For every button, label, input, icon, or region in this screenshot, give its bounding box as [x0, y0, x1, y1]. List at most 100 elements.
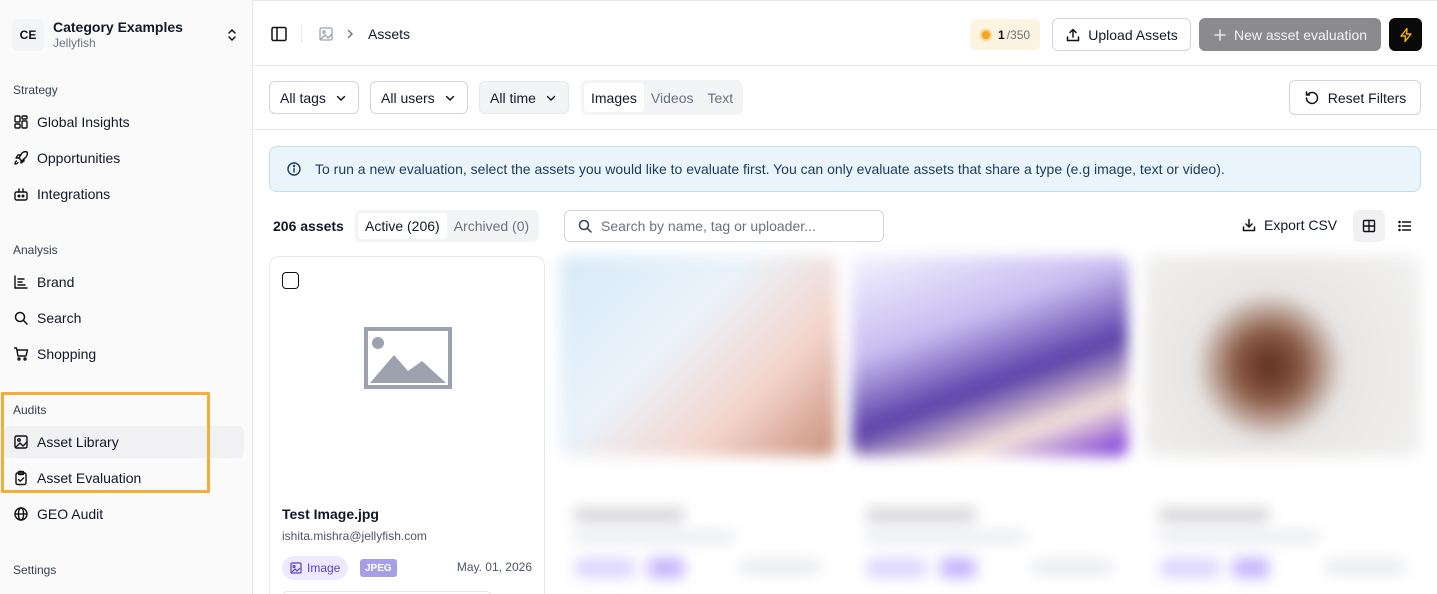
tags-filter[interactable]: All tags	[269, 81, 359, 114]
sidebar-item-label: GEO Audit	[37, 506, 104, 522]
asset-card[interactable]: Test Image.jpg ishita.mishra@jellyfish.c…	[269, 256, 545, 594]
workspace-avatar: CE	[12, 19, 44, 51]
sidebar-item-label: Global Insights	[37, 114, 130, 130]
users-filter-value: All users	[381, 89, 435, 106]
section-label-settings: Settings	[13, 563, 57, 577]
tags-filter-value: All tags	[280, 89, 326, 106]
asset-thumbnail	[560, 256, 836, 456]
time-filter[interactable]: All time	[479, 81, 569, 114]
grid-view-button[interactable]	[1353, 210, 1385, 242]
chevron-updown-icon	[228, 28, 236, 42]
rocket-icon	[14, 151, 28, 165]
chart-icon	[14, 275, 28, 289]
status-tabs: Active (206) Archived (0)	[355, 210, 540, 242]
type-text[interactable]: Text	[700, 83, 740, 112]
download-icon	[1242, 218, 1256, 232]
top-bar: Assets 1 /350 Upload Assets New asset ev…	[253, 0, 1437, 66]
workspace-name: Category Examples	[53, 19, 183, 35]
sidebar-item-label: Search	[37, 310, 82, 326]
export-csv-label: Export CSV	[1264, 217, 1338, 233]
chevron-down-icon	[445, 95, 454, 101]
lightning-icon	[1399, 27, 1412, 42]
section-label-audits: Audits	[13, 403, 47, 417]
info-icon	[287, 162, 301, 176]
search-icon	[578, 219, 592, 233]
upload-assets-button[interactable]: Upload Assets	[1052, 18, 1191, 51]
workspace-switcher[interactable]: CE Category Examples Jellyfish	[12, 17, 240, 53]
sidebar-item-opportunities[interactable]: Opportunities	[4, 142, 244, 174]
new-asset-evaluation-label: New asset evaluation	[1233, 26, 1368, 43]
section-label-analysis: Analysis	[13, 243, 58, 257]
sidebar-item-search[interactable]: Search	[4, 302, 244, 334]
export-csv-button[interactable]: Export CSV	[1241, 217, 1337, 233]
search-input[interactable]	[601, 218, 871, 234]
filter-bar: All tags All users All time Images Video…	[253, 66, 1437, 130]
reset-filters-button[interactable]: Reset Filters	[1289, 80, 1421, 115]
type-chip: Image	[282, 556, 349, 580]
coin-icon	[980, 28, 992, 41]
list-view-icon	[1398, 220, 1412, 232]
select-checkbox[interactable]	[282, 272, 299, 289]
clipboard-check-icon	[15, 470, 27, 486]
credits-badge: 1 /350	[970, 19, 1041, 50]
blurred-asset-card[interactable]	[852, 256, 1128, 594]
tab-archived[interactable]: Archived (0)	[447, 213, 536, 239]
sidebar-toggle-icon[interactable]	[270, 25, 288, 43]
plus-icon	[1214, 28, 1226, 41]
credits-used: 1	[998, 27, 1005, 42]
plug-icon	[14, 188, 28, 201]
upload-assets-label: Upload Assets	[1088, 26, 1178, 43]
grid-icon	[14, 115, 28, 129]
chevron-right-icon	[347, 29, 353, 39]
sidebar-item-label: Asset Evaluation	[37, 470, 142, 486]
asset-uploader: ishita.mishra@jellyfish.com	[282, 529, 427, 543]
asset-title: Test Image.jpg	[282, 506, 379, 522]
sidebar-item-global-insights[interactable]: Global Insights	[4, 106, 244, 138]
type-images[interactable]: Images	[584, 83, 644, 112]
time-filter-value: All time	[490, 89, 536, 106]
sidebar: CE Category Examples Jellyfish Strategy …	[0, 0, 253, 594]
list-view-button[interactable]	[1389, 210, 1421, 242]
section-label-strategy: Strategy	[13, 83, 58, 97]
chevron-down-icon	[546, 95, 556, 101]
sidebar-item-asset-library[interactable]: Asset Library	[4, 426, 244, 458]
image-icon	[319, 27, 333, 41]
image-icon	[14, 435, 28, 449]
workspace-subtitle: Jellyfish	[53, 36, 96, 50]
blurred-asset-card[interactable]	[560, 256, 836, 594]
reset-icon	[1305, 90, 1318, 104]
upload-icon	[1067, 28, 1080, 41]
search-icon	[14, 311, 28, 325]
blurred-asset-card[interactable]	[1145, 256, 1421, 594]
asset-type-toggle: Images Videos Text	[581, 80, 744, 115]
grid-view-icon	[1362, 219, 1376, 233]
format-chip: JPEG	[360, 559, 397, 577]
image-icon	[290, 562, 302, 574]
asset-thumbnail	[852, 256, 1128, 456]
chevron-down-icon	[336, 95, 346, 101]
divider	[301, 25, 302, 43]
new-asset-evaluation-button[interactable]: New asset evaluation	[1199, 18, 1381, 51]
asset-thumbnail	[1145, 256, 1421, 456]
globe-icon	[14, 507, 28, 521]
type-videos[interactable]: Videos	[644, 83, 701, 112]
sidebar-item-label: Shopping	[37, 346, 97, 362]
asset-date: May. 01, 2026	[456, 560, 532, 574]
sidebar-item-shopping[interactable]: Shopping	[4, 338, 244, 370]
quick-action-button[interactable]	[1389, 18, 1422, 51]
tab-active[interactable]: Active (206)	[358, 213, 447, 239]
sidebar-item-label: Asset Library	[37, 434, 119, 450]
reset-filters-label: Reset Filters	[1327, 89, 1407, 106]
sidebar-item-geo-audit[interactable]: GEO Audit	[4, 498, 244, 530]
sidebar-item-label: Opportunities	[37, 150, 121, 166]
type-chip-label: Image	[307, 561, 341, 575]
image-placeholder-icon	[364, 327, 452, 389]
info-banner: To run a new evaluation, select the asse…	[269, 146, 1421, 192]
users-filter[interactable]: All users	[370, 81, 468, 114]
sidebar-item-label: Brand	[37, 274, 75, 290]
cart-icon	[13, 347, 29, 361]
sidebar-item-asset-evaluation[interactable]: Asset Evaluation	[4, 462, 244, 494]
sidebar-item-integrations[interactable]: Integrations	[4, 178, 244, 210]
sidebar-item-brand[interactable]: Brand	[4, 266, 244, 298]
breadcrumb: Assets	[368, 26, 411, 42]
